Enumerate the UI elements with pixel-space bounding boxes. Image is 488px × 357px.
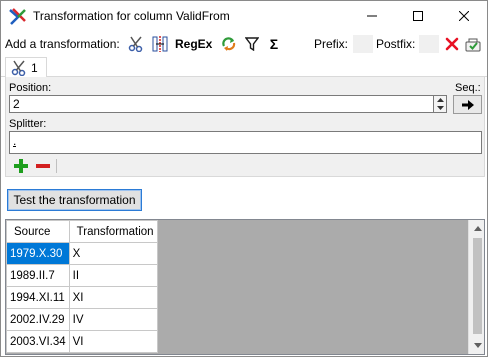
tab-label: 1 xyxy=(31,61,38,75)
transformation-window: Transformation for column ValidFrom Add … xyxy=(0,0,488,357)
source-cell[interactable]: 1994.XI.11 xyxy=(6,286,70,309)
split-column-icon[interactable] xyxy=(151,35,169,53)
splitter-label: Splitter: xyxy=(9,118,47,130)
position-input[interactable]: 2 xyxy=(9,95,435,113)
minimize-button[interactable] xyxy=(349,1,395,31)
spin-down-icon[interactable] xyxy=(434,104,446,112)
table-header-row: Source Transformation xyxy=(6,220,158,243)
remove-icon[interactable] xyxy=(35,158,51,174)
scrollbar-thumb[interactable] xyxy=(473,238,482,334)
tab-1[interactable]: 1 xyxy=(5,57,47,78)
seq-arrow-button[interactable] xyxy=(453,95,482,114)
filter-icon[interactable] xyxy=(243,35,261,53)
scroll-up-icon[interactable] xyxy=(469,220,484,236)
transformation-cell[interactable]: VI xyxy=(68,330,158,353)
toolbar: Add a transformation: RegEx Σ Prefix: Po… xyxy=(1,31,487,57)
results-table: Source Transformation 1979.X.30 X 1989.I… xyxy=(6,220,158,353)
transformation-cell[interactable]: X xyxy=(68,242,158,265)
title-bar: Transformation for column ValidFrom xyxy=(1,1,487,31)
spin-up-icon[interactable] xyxy=(434,96,446,104)
toolbar-separator xyxy=(56,159,57,173)
test-transformation-button[interactable]: Test the transformation xyxy=(7,189,142,211)
maximize-button[interactable] xyxy=(395,1,441,31)
table-row[interactable]: 1994.XI.11 XI xyxy=(6,286,158,309)
apply-icon[interactable] xyxy=(464,35,482,53)
postfix-field[interactable] xyxy=(419,35,439,53)
add-icon[interactable] xyxy=(13,158,29,174)
arrow-right-icon xyxy=(461,99,474,110)
prefix-label: Prefix: xyxy=(314,37,349,51)
splitter-input[interactable]: . xyxy=(9,131,482,154)
table-row[interactable]: 1979.X.30 X xyxy=(6,242,158,265)
splitter-value: . xyxy=(13,134,17,148)
tab-strip: 1 xyxy=(1,57,487,78)
scissors-icon[interactable] xyxy=(127,35,145,53)
transformation-cell[interactable]: IV xyxy=(68,308,158,331)
delete-icon[interactable] xyxy=(443,35,461,53)
prefix-field[interactable] xyxy=(353,35,373,53)
table-row[interactable]: 1989.II.7 II xyxy=(6,264,158,287)
source-cell[interactable]: 2002.IV.29 xyxy=(6,308,70,331)
source-cell[interactable]: 2003.VI.34 xyxy=(6,330,70,353)
close-window-button[interactable] xyxy=(441,1,487,31)
results-grid: Source Transformation 1979.X.30 X 1989.I… xyxy=(5,219,485,355)
minimize-icon xyxy=(367,15,377,17)
postfix-label: Postfix: xyxy=(376,37,416,51)
maximize-icon xyxy=(413,11,423,21)
source-cell[interactable]: 1989.II.7 xyxy=(6,264,70,287)
sum-icon[interactable]: Σ xyxy=(265,35,283,53)
regex-button[interactable]: RegEx xyxy=(175,37,212,51)
column-header-source[interactable]: Source xyxy=(6,220,70,243)
transformation-cell[interactable]: XI xyxy=(68,286,158,309)
add-transformation-label: Add a transformation: xyxy=(5,37,120,51)
window-title: Transformation for column ValidFrom xyxy=(33,9,230,23)
table-row[interactable]: 2002.IV.29 IV xyxy=(6,308,158,331)
transformation-settings-panel: Position: Seq.: 2 Splitter: . xyxy=(5,77,485,177)
seq-label: Seq.: xyxy=(455,82,481,94)
source-cell[interactable]: 1979.X.30 xyxy=(6,242,70,265)
column-header-transformation[interactable]: Transformation xyxy=(68,220,158,243)
transform-app-icon xyxy=(9,8,26,25)
position-stepper[interactable] xyxy=(433,95,447,113)
scroll-down-icon[interactable] xyxy=(469,337,484,353)
transformation-cell[interactable]: II xyxy=(68,264,158,287)
replace-icon[interactable] xyxy=(220,35,238,53)
vertical-scrollbar[interactable] xyxy=(468,220,484,354)
table-row[interactable]: 2003.VI.34 VI xyxy=(6,330,158,353)
position-label: Position: xyxy=(9,82,52,94)
close-icon xyxy=(459,11,469,21)
